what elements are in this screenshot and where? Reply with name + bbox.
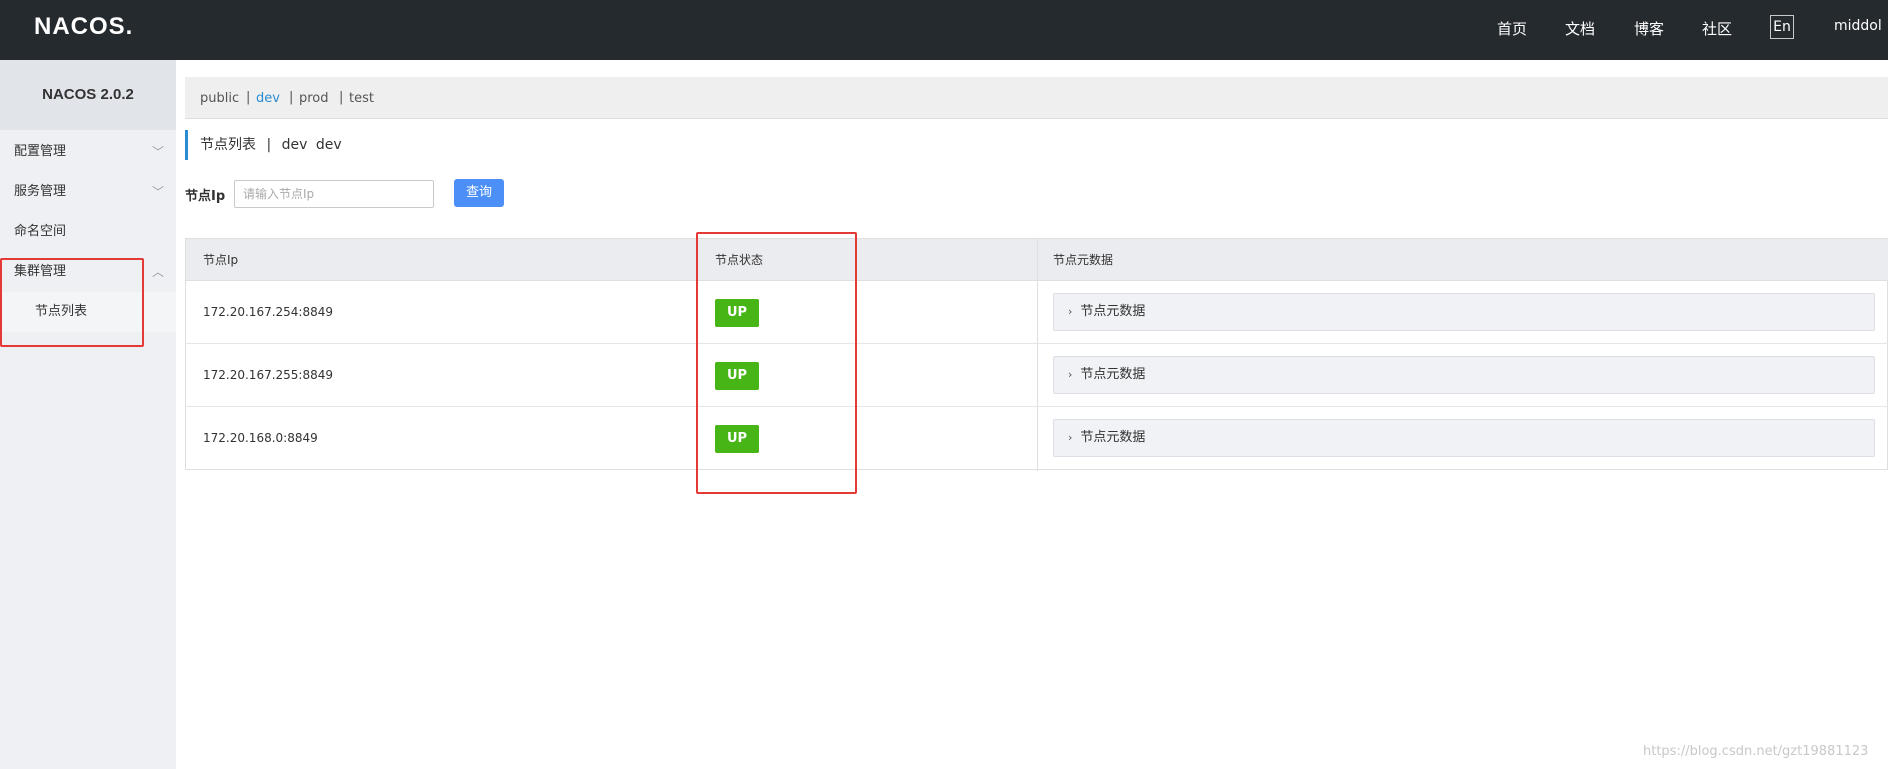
column-header-node-metadata: 节点元数据 [1053,253,1114,267]
page-title-text: 节点列表 [200,137,256,153]
nav-docs-link[interactable]: 文档 [1565,18,1595,39]
logo-text: NACOS. [34,13,134,40]
node-ip-search-input[interactable] [234,180,434,208]
chevron-right-icon: › [1068,368,1073,381]
sidebar-item-label: 服务管理 [14,184,67,199]
chevron-right-icon: › [1068,305,1073,318]
namespace-prod[interactable]: prod [299,91,329,106]
table-row: 172.20.167.254:8849 UP › 节点元数据 [186,281,1888,344]
node-metadata-collapse[interactable]: › 节点元数据 [1053,293,1875,331]
node-metadata-collapse[interactable]: › 节点元数据 [1053,356,1875,394]
namespace-test[interactable]: test [349,91,374,106]
namespace-bar: public | dev | prod | test [185,77,1888,119]
node-metadata-label: 节点元数据 [1080,430,1146,445]
chevron-up-icon: ︿ [151,265,164,279]
node-metadata-label: 节点元数据 [1080,304,1146,319]
language-toggle-button[interactable]: En [1770,15,1794,39]
column-header-node-ip: 节点Ip [203,253,239,267]
watermark-text: https://blog.csdn.net/gzt19881123 [1643,744,1869,759]
chevron-down-icon: ﹀ [151,145,164,159]
title-separator: | [266,137,272,153]
chevron-down-icon: ﹀ [151,185,164,199]
nav-home-link[interactable]: 首页 [1497,18,1527,39]
node-ip-cell: 172.20.168.0:8849 [203,431,318,445]
namespace-separator: | [339,90,344,105]
top-nav-bar: NACOS. 首页 文档 博客 社区 En middol [0,0,1888,60]
namespace-separator: | [289,90,294,105]
table-row: 172.20.167.255:8849 UP › 节点元数据 [186,344,1888,407]
page-title: 节点列表 | dev dev [185,130,342,160]
nav-community-link[interactable]: 社区 [1702,18,1732,39]
page-title-namespace: dev [281,137,308,153]
sidebar-item-namespace[interactable]: 命名空间 [0,212,176,252]
page-title-namespace-id: dev [315,137,342,153]
query-button[interactable]: 查询 [454,179,504,207]
sidebar-item-label: 命名空间 [14,224,67,239]
node-table: 节点Ip 节点状态 节点元数据 172.20.167.254:8849 UP ›… [185,238,1888,471]
node-ip-cell: 172.20.167.254:8849 [203,305,334,319]
sidebar-item-label: 配置管理 [14,144,67,159]
nav-blog-link[interactable]: 博客 [1634,18,1664,39]
sidebar: NACOS 2.0.2 配置管理 ﹀ 服务管理 ﹀ 命名空间 集群管理 ︿ 节点… [0,60,176,769]
search-label: 节点Ip [185,189,226,204]
annotation-box-cluster-menu [0,258,144,347]
annotation-box-status-column [696,232,857,494]
user-menu[interactable]: middol [1834,18,1882,34]
node-metadata-label: 节点元数据 [1080,367,1146,382]
sidebar-brand: NACOS 2.0.2 [0,60,176,130]
sidebar-item-service-management[interactable]: 服务管理 ﹀ [0,172,176,212]
namespace-dev[interactable]: dev [256,91,280,106]
chevron-right-icon: › [1068,431,1073,444]
namespace-separator: | [246,90,251,105]
nacos-logo[interactable]: NACOS. [34,13,133,41]
table-row: 172.20.168.0:8849 UP › 节点元数据 [186,407,1888,470]
namespace-public[interactable]: public [200,91,239,106]
node-ip-cell: 172.20.167.255:8849 [203,368,334,382]
sidebar-item-config-management[interactable]: 配置管理 ﹀ [0,132,176,172]
node-metadata-collapse[interactable]: › 节点元数据 [1053,419,1875,457]
